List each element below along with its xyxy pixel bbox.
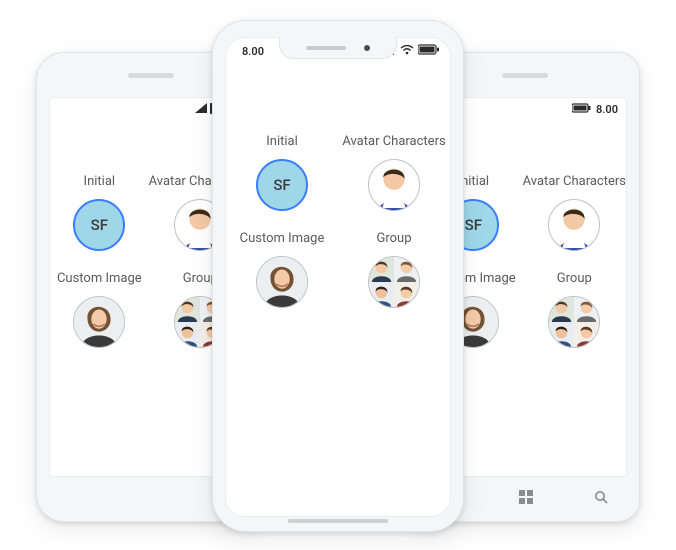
avatar-photo[interactable] xyxy=(256,256,308,308)
avatar-initials[interactable]: SF xyxy=(256,159,308,211)
group-member-2-icon xyxy=(394,257,419,282)
label-group: Group xyxy=(376,231,411,246)
home-indicator[interactable] xyxy=(288,519,388,523)
speaker-slot xyxy=(128,73,174,78)
label-group: Group xyxy=(557,271,592,286)
label-custom-image: Custom Image xyxy=(57,271,142,286)
label-custom-image: Custom Image xyxy=(240,231,325,246)
battery-icon xyxy=(572,103,592,116)
group-member-3-icon xyxy=(549,322,574,347)
notch xyxy=(279,37,397,59)
cell-initial: Initial SF xyxy=(73,174,125,251)
woman-photo-icon xyxy=(74,297,124,347)
windows-icon[interactable] xyxy=(519,490,533,508)
cartoon-person-icon xyxy=(369,160,419,210)
avatar-initials-text: SF xyxy=(465,216,482,234)
speaker-slot xyxy=(502,73,548,78)
woman-photo-icon xyxy=(257,257,307,307)
avatar-grid: Initial SF Avatar Characters Custom Imag… xyxy=(226,134,450,308)
group-member-4-icon xyxy=(394,282,419,307)
group-grid xyxy=(369,257,419,307)
group-grid xyxy=(549,297,599,347)
group-member-2-icon xyxy=(574,297,599,322)
group-member-3-icon xyxy=(175,322,200,347)
cell-avatar-char: Avatar Characters xyxy=(342,134,445,211)
front-camera-icon xyxy=(364,45,370,51)
avatar-photo[interactable] xyxy=(73,296,125,348)
avatar-initials-text: SF xyxy=(273,176,290,194)
group-member-4-icon xyxy=(574,322,599,347)
cell-group: Group xyxy=(368,231,420,308)
cell-initial: Initial SF xyxy=(256,134,308,211)
group-member-3-icon xyxy=(369,282,394,307)
wifi-icon xyxy=(400,45,414,58)
avatar-initials-text: SF xyxy=(91,216,108,234)
search-icon[interactable] xyxy=(594,490,608,508)
avatar-group[interactable] xyxy=(548,296,600,348)
cell-custom-image: Custom Image xyxy=(57,271,142,348)
group-member-1-icon xyxy=(549,297,574,322)
label-avatar-characters: Avatar Characters xyxy=(342,134,445,149)
status-time: 8.00 xyxy=(242,45,264,58)
cartoon-person-icon xyxy=(549,200,599,250)
cell-group: Group xyxy=(548,271,600,348)
cell-custom-image: Custom Image xyxy=(240,231,325,308)
avatar-character[interactable] xyxy=(548,199,600,251)
earpiece-icon xyxy=(306,46,346,50)
signal-icon xyxy=(195,103,207,116)
label-avatar-characters: Avatar Characters xyxy=(523,174,626,189)
cell-avatar-char: Avatar Characters xyxy=(523,174,626,251)
iphone-screen: 8.00 Initial SF xyxy=(225,37,451,517)
group-member-1-icon xyxy=(175,297,200,322)
avatar-character[interactable] xyxy=(368,159,420,211)
label-initial: Initial xyxy=(84,174,116,189)
battery-icon xyxy=(418,44,440,58)
label-initial: Initial xyxy=(266,134,298,149)
iphone-frame: 8.00 Initial SF xyxy=(212,20,464,532)
device-showcase: 8.00 Initial SF Avatar Characters xyxy=(0,0,676,550)
avatar-group[interactable] xyxy=(368,256,420,308)
avatar-initials[interactable]: SF xyxy=(73,199,125,251)
status-time: 8.00 xyxy=(596,103,618,116)
group-member-1-icon xyxy=(369,257,394,282)
